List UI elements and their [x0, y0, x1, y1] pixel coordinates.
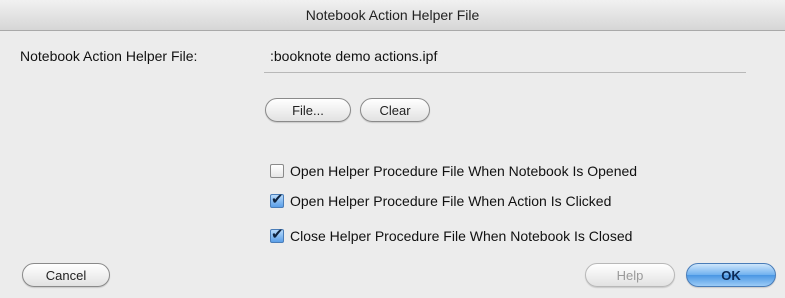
- helper-file-path: :booknote demo actions.ipf: [270, 48, 438, 64]
- option-close-on-notebook-close-label: Close Helper Procedure File When Noteboo…: [290, 228, 633, 244]
- checkbox-open-on-notebook-open[interactable]: [270, 164, 284, 178]
- option-open-on-notebook-open-label: Open Helper Procedure File When Notebook…: [290, 163, 638, 179]
- checkbox-open-on-action-click[interactable]: ✔: [270, 190, 284, 208]
- helper-file-label: Notebook Action Helper File:: [20, 48, 198, 64]
- checkmark-icon: ✔: [271, 190, 284, 208]
- window-title: Notebook Action Helper File: [0, 0, 785, 31]
- option-close-on-notebook-close[interactable]: ✔ Close Helper Procedure File When Noteb…: [270, 225, 633, 246]
- option-open-on-action-click[interactable]: ✔ Open Helper Procedure File When Action…: [270, 190, 612, 211]
- checkbox-close-on-notebook-close[interactable]: ✔: [270, 225, 284, 243]
- clear-button[interactable]: Clear: [360, 98, 430, 122]
- dialog-window: Notebook Action Helper File Notebook Act…: [0, 0, 785, 298]
- option-open-on-action-click-label: Open Helper Procedure File When Action I…: [290, 193, 612, 209]
- path-underline: [264, 72, 746, 73]
- file-button[interactable]: File...: [265, 98, 351, 122]
- ok-button[interactable]: OK: [686, 263, 776, 287]
- help-button[interactable]: Help: [585, 263, 675, 287]
- option-open-on-notebook-open[interactable]: Open Helper Procedure File When Notebook…: [270, 161, 637, 181]
- checkmark-icon: ✔: [271, 225, 284, 243]
- cancel-button[interactable]: Cancel: [22, 263, 110, 287]
